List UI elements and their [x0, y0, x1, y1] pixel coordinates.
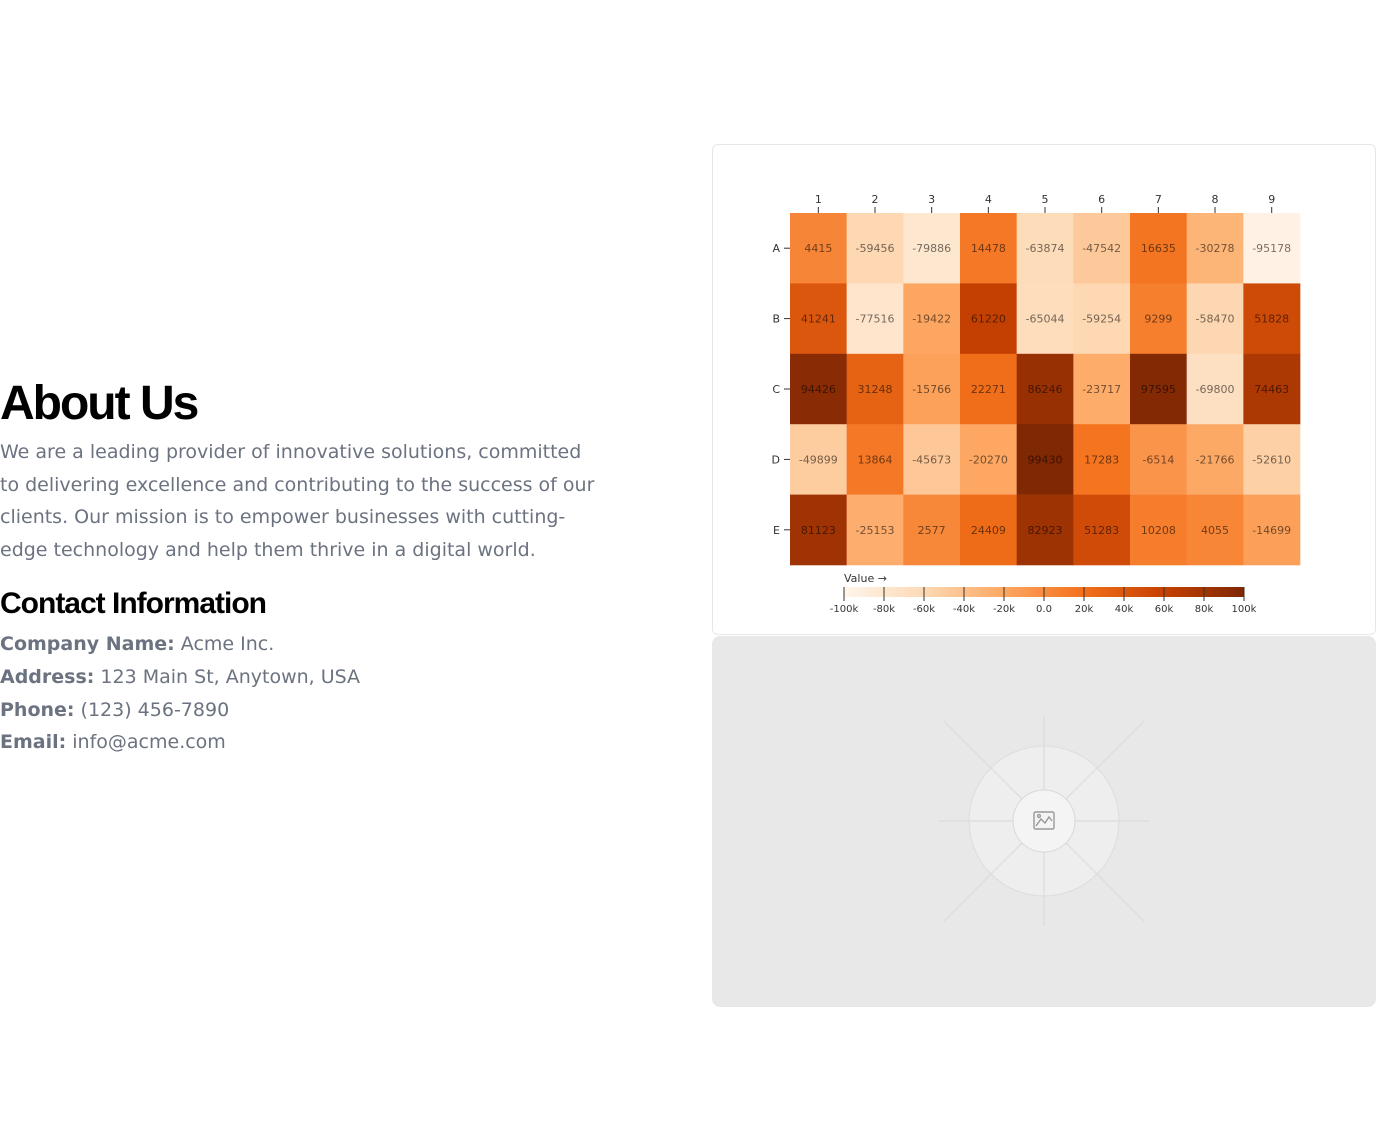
legend-tick-label: -40k	[953, 604, 975, 615]
heatmap-cell-label: 10208	[1141, 524, 1176, 537]
heatmap-cell-label: 2577	[918, 524, 946, 537]
heatmap-cell-label: -65044	[1026, 313, 1065, 326]
heatmap-cell-label: 16635	[1141, 242, 1176, 255]
legend-tick-label: 80k	[1195, 604, 1214, 615]
heatmap-cell-label: -15766	[912, 383, 951, 396]
legend-tick-label: -80k	[873, 604, 895, 615]
x-axis-tick-label: 6	[1098, 193, 1105, 206]
heatmap-cell-label: 14478	[971, 242, 1006, 255]
x-axis-tick-label: 5	[1042, 193, 1049, 206]
heatmap-cell-label: 82923	[1028, 524, 1063, 537]
x-axis-tick-label: 1	[815, 193, 822, 206]
heatmap-cells: 4415 -59456 -79886 14478 -63874 -47542 16635 -3…	[790, 213, 1301, 566]
legend-title: Value →	[844, 572, 887, 585]
heatmap-cell-label: 24409	[971, 524, 1006, 537]
y-axis-tick-label: E	[773, 524, 780, 537]
heatmap-cell-label: 99430	[1028, 453, 1063, 466]
heatmap-cell-label: -23717	[1082, 383, 1121, 396]
contact-address-value: 123 Main St, Anytown, USA	[94, 665, 361, 688]
contact-email-label: Email:	[0, 731, 67, 754]
heatmap-cell-label: -49899	[799, 453, 838, 466]
heatmap-cell-label: -25153	[856, 524, 895, 537]
about-section: About Us We are a leading provider of in…	[0, 376, 620, 759]
heatmap-y-axis: A B C D E	[772, 242, 790, 537]
x-axis-tick-label: 3	[928, 193, 935, 206]
heatmap-cell-label: -79886	[912, 242, 951, 255]
heatmap-cell-label: -19422	[912, 313, 951, 326]
y-axis-tick-label: C	[772, 383, 780, 396]
heatmap-cell-label: 51283	[1084, 524, 1119, 537]
y-axis-tick-label: B	[772, 313, 780, 326]
heatmap-cell-label: -69800	[1196, 383, 1235, 396]
contact-company-value: Acme Inc.	[174, 633, 275, 656]
heatmap-cell-label: 13864	[858, 453, 893, 466]
heatmap-cell-label: 22271	[971, 383, 1006, 396]
heatmap-cell-label: -21766	[1196, 453, 1235, 466]
heatmap-cell-label: 86246	[1028, 383, 1063, 396]
x-axis-tick-label: 4	[985, 193, 992, 206]
legend-tick-label: -20k	[993, 604, 1015, 615]
heatmap-cell-label: -47542	[1082, 242, 1121, 255]
heatmap-cell-label: 94426	[801, 383, 836, 396]
heatmap-chart: 4415 -59456 -79886 14478 -63874 -47542 16635 -3…	[772, 193, 1301, 615]
heatmap-cell-label: 4415	[804, 242, 832, 255]
contact-list: Company Name: Acme Inc. Address: 123 Mai…	[0, 628, 620, 758]
legend-tick-label: 40k	[1115, 604, 1134, 615]
contact-company: Company Name: Acme Inc.	[0, 628, 620, 661]
contact-phone-value: (123) 456-7890	[74, 698, 230, 721]
heatmap-cell-label: -59456	[856, 242, 895, 255]
heatmap-cell-label: -20270	[969, 453, 1008, 466]
about-description: We are a leading provider of innovative …	[0, 441, 595, 561]
contact-company-label: Company Name:	[0, 633, 175, 656]
heatmap-cell-label: 41241	[801, 313, 836, 326]
page-title: About Us	[0, 377, 199, 430]
image-placeholder	[712, 636, 1376, 1007]
y-axis-tick-label: D	[772, 453, 780, 466]
heatmap-cell-label: -77516	[856, 313, 895, 326]
x-axis-tick-label: 7	[1155, 193, 1162, 206]
heatmap-cell-label: -45673	[912, 453, 951, 466]
heatmap-cell-label: 61220	[971, 313, 1006, 326]
heatmap-cell-label: 31248	[858, 383, 893, 396]
legend-tick-label: -60k	[913, 604, 935, 615]
image-placeholder-graphic	[939, 716, 1149, 926]
heatmap-cell-label: 74463	[1254, 383, 1289, 396]
legend-tick-label: 20k	[1075, 604, 1094, 615]
heatmap-cell-label: -52610	[1252, 453, 1291, 466]
contact-phone-label: Phone:	[0, 698, 75, 721]
contact-email: Email: info@acme.com	[0, 726, 620, 759]
x-axis-tick-label: 9	[1268, 193, 1275, 206]
heatmap-cell-label: -58470	[1196, 313, 1235, 326]
heatmap-x-axis: 1 2 3 4 5 6 7 8 9	[815, 193, 1275, 213]
heatmap-card: 4415 -59456 -79886 14478 -63874 -47542 16635 -3…	[712, 144, 1376, 635]
heatmap-cell-label: 17283	[1084, 453, 1119, 466]
heatmap-cell-label: 97595	[1141, 383, 1176, 396]
legend-tick-label: 0.0	[1036, 604, 1052, 615]
heatmap-cell-label: 81123	[801, 524, 836, 537]
heatmap-cell-label: -6514	[1142, 453, 1174, 466]
x-axis-tick-label: 8	[1212, 193, 1219, 206]
contact-heading: Contact Information	[0, 587, 267, 621]
contact-address-label: Address:	[0, 665, 95, 688]
heatmap-cell-label: -59254	[1082, 313, 1121, 326]
heatmap-cell-label: -30278	[1196, 242, 1235, 255]
y-axis-tick-label: A	[772, 242, 780, 255]
contact-phone: Phone: (123) 456-7890	[0, 694, 620, 727]
contact-address: Address: 123 Main St, Anytown, USA	[0, 661, 620, 694]
heatmap-cell-label: -14699	[1252, 524, 1291, 537]
heatmap-cell-label: 4055	[1201, 524, 1229, 537]
heatmap-cell-label: -63874	[1026, 242, 1065, 255]
legend-tick-label: 100k	[1232, 604, 1257, 615]
heatmap-legend: Value → -100k -80k -60k -40k -20k 0.0 20k 40k 60k…	[830, 572, 1257, 615]
heatmap-cell-label: -95178	[1252, 242, 1291, 255]
legend-tick-label: -100k	[830, 604, 859, 615]
x-axis-tick-label: 2	[872, 193, 879, 206]
heatmap-cell-label: 9299	[1144, 313, 1172, 326]
heatmap-cell-label: 51828	[1254, 313, 1289, 326]
contact-email-value: info@acme.com	[66, 731, 226, 754]
legend-tick-label: 60k	[1155, 604, 1174, 615]
